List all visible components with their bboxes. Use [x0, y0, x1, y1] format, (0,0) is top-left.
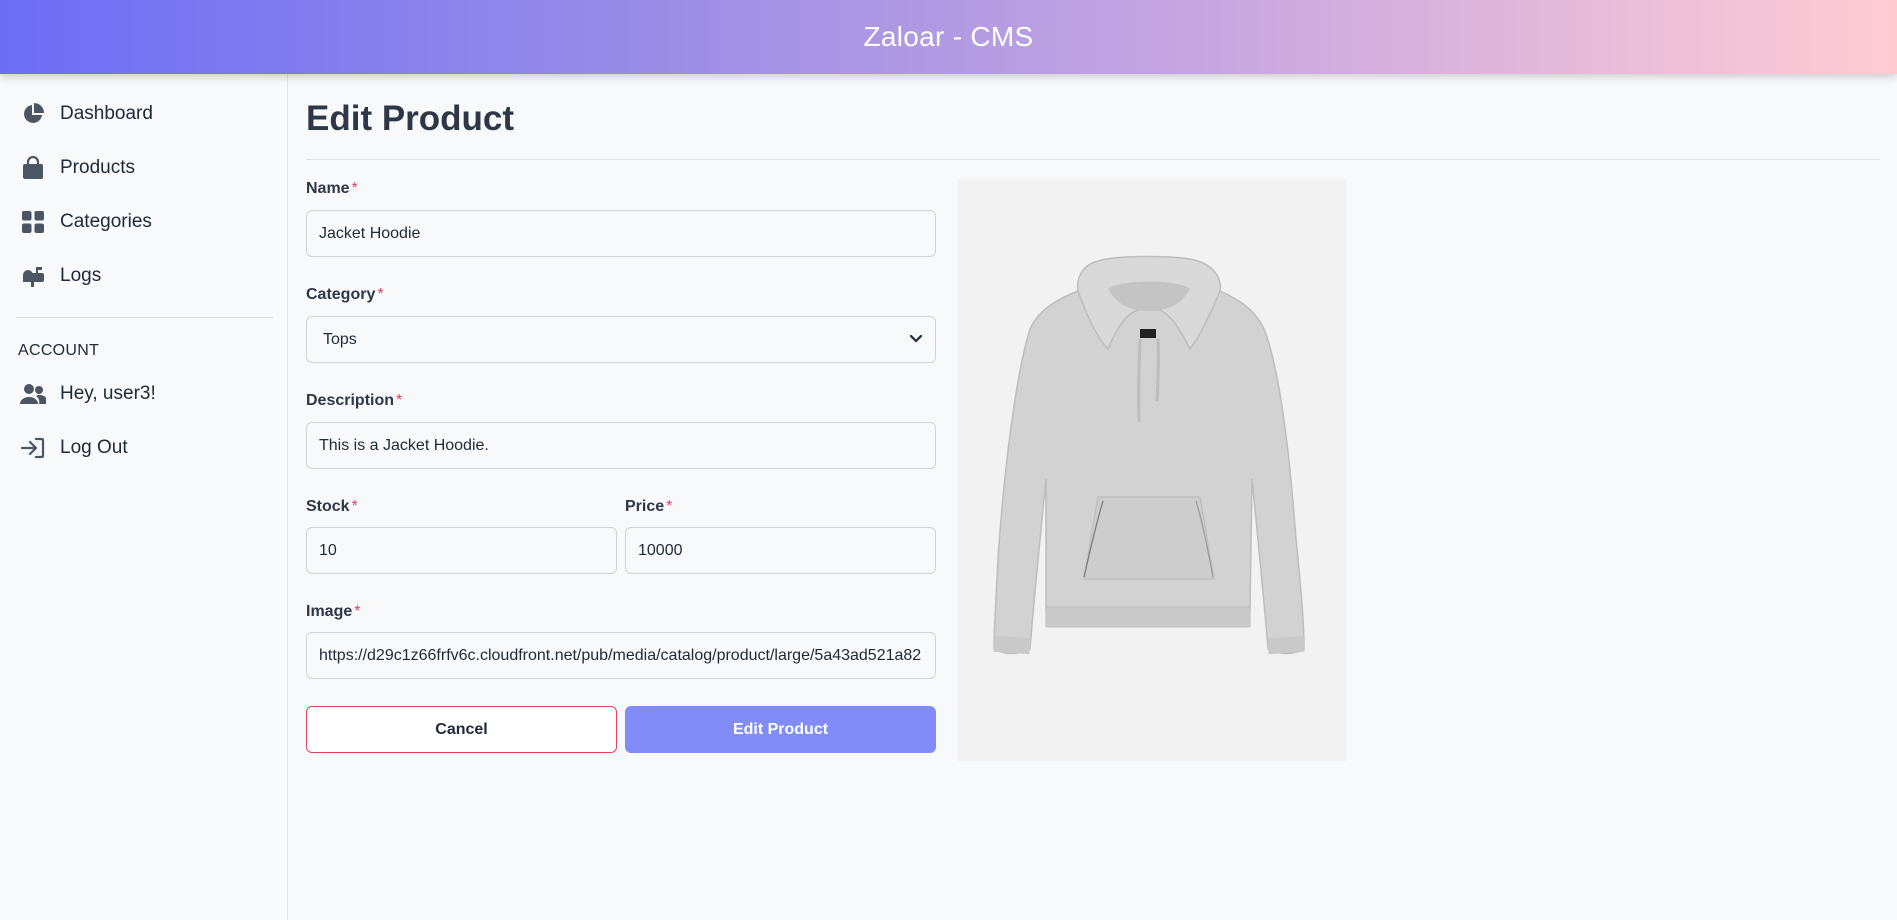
sidebar-divider [16, 317, 273, 318]
stock-input[interactable] [306, 527, 617, 574]
sidebar-item-user[interactable]: Hey, user3! [20, 374, 270, 414]
mailbox-icon [20, 263, 46, 289]
description-input[interactable] [306, 422, 936, 469]
shopping-bag-icon [20, 155, 46, 181]
hoodie-image [958, 179, 1346, 761]
sidebar-item-label: Logs [60, 265, 102, 286]
sign-in-arrow-icon [20, 435, 46, 461]
sidebar-item-logs[interactable]: Logs [20, 256, 270, 296]
sidebar-item-products[interactable]: Products [20, 148, 270, 188]
price-label: Price * [625, 498, 673, 515]
category-selected-value: Tops [323, 330, 357, 348]
image-url-input[interactable] [306, 632, 936, 679]
title-divider [306, 159, 1880, 160]
sidebar-item-label: Log Out [60, 437, 128, 458]
app-title: Zaloar - CMS [863, 21, 1034, 52]
name-label: Name * [306, 180, 358, 197]
name-input[interactable] [306, 210, 936, 257]
page-title: Edit Product [306, 99, 515, 138]
price-input[interactable] [625, 527, 936, 574]
product-image-preview [958, 179, 1346, 761]
chevron-down-icon [909, 331, 923, 349]
users-icon [20, 381, 46, 407]
description-label: Description * [306, 392, 403, 409]
category-label: Category * [306, 286, 384, 303]
cancel-button[interactable]: Cancel [306, 706, 617, 753]
top-header-bar: Zaloar - CMS [0, 0, 1897, 74]
edit-product-button[interactable]: Edit Product [625, 706, 936, 753]
category-select[interactable]: Tops [306, 316, 936, 363]
pie-chart-icon [20, 101, 46, 127]
sidebar-item-label: Hey, user3! [60, 383, 156, 404]
image-label: Image * [306, 603, 361, 620]
sidebar-item-label: Dashboard [60, 103, 153, 124]
sidebar-item-logout[interactable]: Log Out [20, 428, 270, 468]
sidebar: Dashboard Products Categories Logs ACCOU… [0, 74, 288, 920]
stock-label: Stock * [306, 498, 358, 515]
sidebar-item-categories[interactable]: Categories [20, 202, 270, 242]
sidebar-item-label: Categories [60, 211, 152, 232]
account-section-title: ACCOUNT [18, 342, 100, 359]
grid-icon [20, 209, 46, 235]
main-content: Edit Product Name* Category* Tops Descri… [306, 74, 1880, 920]
sidebar-item-label: Products [60, 157, 135, 178]
sidebar-item-dashboard[interactable]: Dashboard [20, 94, 270, 134]
